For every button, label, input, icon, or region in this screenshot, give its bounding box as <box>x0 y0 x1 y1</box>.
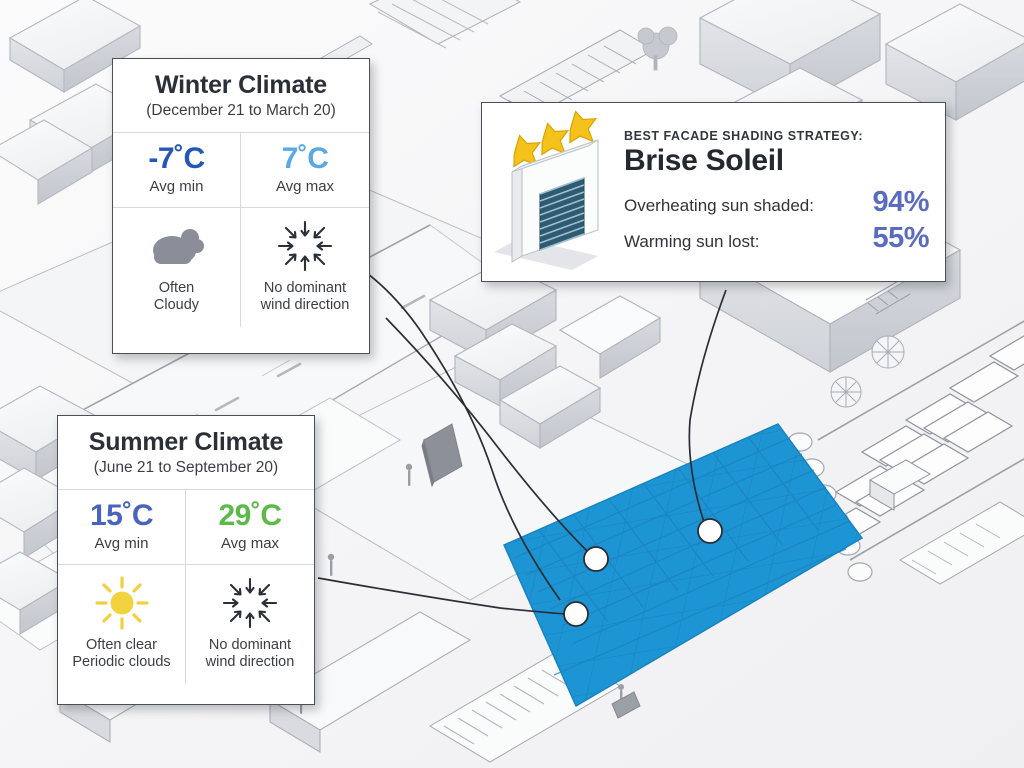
winter-wind-cell: No dominant wind direction <box>241 208 369 327</box>
winter-panel-header: Winter Climate (December 21 to March 20) <box>113 59 369 134</box>
summer-avg-max-label: Avg max <box>220 534 280 552</box>
winter-title: Winter Climate <box>154 71 327 99</box>
winter-avg-min-label: Avg min <box>149 177 204 195</box>
winter-sky-caption-line1: Often <box>158 279 195 296</box>
no-dominant-wind-icon <box>220 575 280 631</box>
winter-wind-caption: No dominant wind direction <box>261 280 350 315</box>
summer-avg-max-cell: 29˚C Avg max <box>186 490 314 565</box>
summer-sky-caption: Often clear Periodic clouds <box>72 637 170 672</box>
summer-panel-header: Summer Climate (June 21 to September 20) <box>58 416 314 491</box>
summer-period: (June 21 to September 20) <box>93 459 279 477</box>
no-dominant-wind-icon <box>275 218 335 274</box>
best-shading-strategy-panel: BEST FACADE SHADING STRATEGY: Brise Sole… <box>481 102 946 282</box>
warming-sun-lost-label: Warming sun lost: <box>624 232 760 252</box>
infographic-stage: Winter Climate (December 21 to March 20)… <box>0 0 1024 768</box>
summer-sky-caption-line1: Often clear <box>86 636 157 653</box>
summer-wind-caption-line2: wind direction <box>205 654 295 671</box>
summer-avg-min-label: Avg min <box>94 534 149 552</box>
summer-title: Summer Climate <box>88 428 284 456</box>
summer-wind-cell: No dominant wind direction <box>186 565 314 684</box>
overheating-sun-shaded-label: Overheating sun shaded: <box>624 196 814 216</box>
winter-climate-panel: Winter Climate (December 21 to March 20)… <box>112 58 370 354</box>
winter-sky-caption-line2: Cloudy <box>153 297 200 314</box>
winter-sky-caption: Often Cloudy <box>154 280 199 315</box>
winter-avg-min-value: -7˚C <box>148 142 205 176</box>
summer-avg-max-value: 29˚C <box>218 499 282 533</box>
winter-avg-min-cell: -7˚C Avg min <box>113 133 241 208</box>
brise-soleil-illustration <box>482 109 622 275</box>
winter-avg-max-cell: 7˚C Avg max <box>241 133 369 208</box>
strategy-name: Brise Soleil <box>624 143 784 177</box>
summer-wind-caption: No dominant wind direction <box>206 637 295 672</box>
winter-wind-caption-line2: wind direction <box>260 297 350 314</box>
summer-sky-caption-line2: Periodic clouds <box>72 654 171 671</box>
winter-wind-caption-line1: No dominant <box>263 279 347 296</box>
summer-wind-caption-line1: No dominant <box>208 636 292 653</box>
summer-climate-panel: Summer Climate (June 21 to September 20)… <box>57 415 315 705</box>
overheating-sun-shaded-value: 94% <box>872 186 929 219</box>
winter-avg-max-value: 7˚C <box>281 142 329 176</box>
strategy-text-block: BEST FACADE SHADING STRATEGY: Brise Sole… <box>622 125 945 260</box>
strategy-kicker: BEST FACADE SHADING STRATEGY: <box>624 128 864 143</box>
summer-sky-cell: Often clear Periodic clouds <box>58 564 186 684</box>
summer-avg-min-cell: 15˚C Avg min <box>58 490 186 565</box>
summer-condition-row: Often clear Periodic clouds No dominant … <box>58 564 314 684</box>
warming-sun-lost-value: 55% <box>872 222 929 255</box>
winter-sky-cell: Often Cloudy <box>113 207 241 327</box>
winter-temperature-row: -7˚C Avg min 7˚C Avg max <box>113 133 369 208</box>
winter-period: (December 21 to March 20) <box>146 102 336 120</box>
metric-row: Overheating sun shaded: 94% <box>624 186 930 219</box>
metric-row: Warming sun lost: 55% <box>624 222 930 255</box>
cloudy-icon <box>146 218 208 274</box>
summer-avg-min-value: 15˚C <box>89 499 154 533</box>
sunny-icon <box>93 575 151 631</box>
summer-temperature-row: 15˚C Avg min 29˚C Avg max <box>58 490 314 565</box>
winter-avg-max-label: Avg max <box>275 177 335 195</box>
winter-condition-row: Often Cloudy No dominant wind direction <box>113 207 369 327</box>
